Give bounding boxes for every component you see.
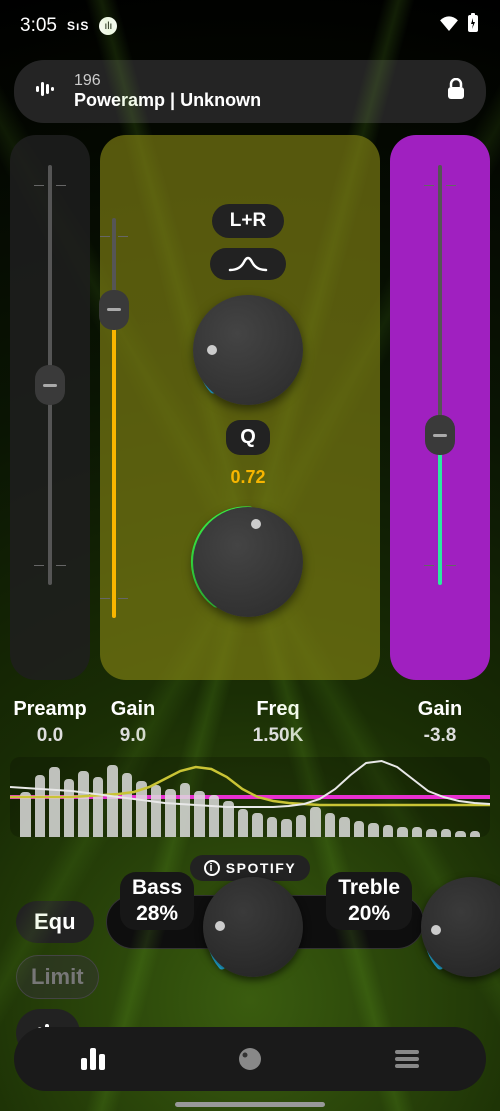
- frequency-response-chart[interactable]: [10, 757, 490, 837]
- gain2-slider[interactable]: [438, 165, 442, 585]
- bass-knob[interactable]: [198, 872, 308, 982]
- track-number: 196: [74, 72, 430, 90]
- now-playing-bar[interactable]: 196 Poweramp | Unknown: [14, 60, 486, 123]
- filter-type-button[interactable]: [210, 248, 286, 280]
- gain-thumb[interactable]: [99, 290, 129, 330]
- band-next-panel[interactable]: [390, 135, 490, 680]
- gain1-label: Gain: [111, 698, 155, 721]
- freq-value: 1.50K: [253, 725, 304, 747]
- treble-knob[interactable]: [416, 872, 500, 982]
- preamp-thumb[interactable]: [35, 365, 65, 405]
- preamp-slider[interactable]: [48, 165, 52, 585]
- gain-slider[interactable]: [112, 218, 116, 618]
- bass-value: 28%: [132, 902, 182, 926]
- preamp-panel: [10, 135, 90, 680]
- treble-badge: Treble 20%: [326, 872, 412, 930]
- status-app-icon: ılı: [99, 17, 117, 35]
- bass-label: Bass: [132, 876, 182, 900]
- audio-icon: [34, 77, 58, 106]
- gain2-thumb[interactable]: [425, 415, 455, 455]
- status-bar: 3:05 SıS ılı: [0, 0, 500, 52]
- track-title: Poweramp | Unknown: [74, 90, 430, 111]
- channel-button[interactable]: L+R: [212, 204, 284, 238]
- q-knob[interactable]: [188, 290, 308, 410]
- bass-badge: Bass 28%: [120, 872, 194, 930]
- freq-label: Freq: [256, 698, 299, 721]
- gain2-value: -3.8: [424, 725, 457, 747]
- nav-knob-icon[interactable]: [171, 1027, 328, 1091]
- q-badge: Q: [226, 420, 270, 455]
- preamp-label: Preamp: [13, 698, 86, 721]
- freq-knob[interactable]: [188, 502, 308, 622]
- bottom-nav: [14, 1027, 486, 1091]
- nav-menu-icon[interactable]: [329, 1027, 486, 1091]
- parametric-band-panel: L+R Q 0.72: [100, 135, 380, 680]
- battery-icon: [466, 13, 480, 39]
- treble-label: Treble: [338, 876, 400, 900]
- lock-icon[interactable]: [446, 78, 466, 106]
- limit-button[interactable]: Limit: [16, 955, 99, 999]
- wifi-icon: [438, 15, 460, 37]
- treble-value: 20%: [338, 902, 400, 926]
- equ-button[interactable]: Equ: [16, 901, 94, 943]
- status-indicator-sis: SıS: [67, 19, 89, 33]
- q-value: 0.72: [230, 467, 265, 488]
- nav-eq-icon[interactable]: [14, 1027, 171, 1091]
- clock: 3:05: [20, 15, 57, 37]
- gesture-handle[interactable]: [175, 1102, 325, 1107]
- gain2-label: Gain: [418, 698, 462, 721]
- preamp-value: 0.0: [37, 725, 63, 747]
- gain1-value: 9.0: [120, 725, 146, 747]
- q-label: Q: [240, 426, 256, 449]
